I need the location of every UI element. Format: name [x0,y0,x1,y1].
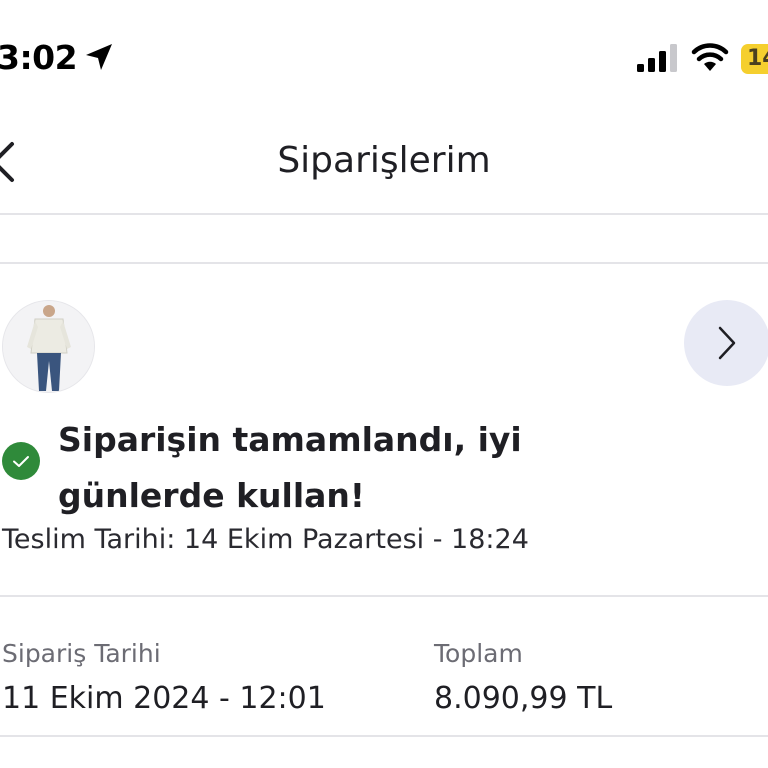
navigation-bar: Siparişlerim [0,120,768,215]
chevron-right-icon [718,326,736,360]
order-date-label: Sipariş Tarihi [2,639,161,668]
battery-icon: 14 [741,44,768,74]
order-detail-button[interactable] [684,300,768,386]
wifi-icon [691,43,729,71]
order-card[interactable]: Siparişin tamamlandı, iyi günlerde kulla… [0,264,768,597]
cellular-signal-icon [637,44,677,72]
total-label: Toplam [434,639,523,668]
check-circle-icon [2,442,40,480]
total-value: 8.090,99 TL [434,681,613,716]
order-summary: Sipariş Tarihi 11 Ekim 2024 - 12:01 Topl… [0,599,768,737]
jacket-jeans-outfit-image [3,301,94,392]
status-bar: 3:02 14 [0,0,768,120]
order-date-value: 11 Ekim 2024 - 12:01 [2,681,326,716]
product-thumbnail[interactable] [2,300,95,393]
battery-level: 14 [747,46,768,71]
delivery-date: Teslim Tarihi: 14 Ekim Pazartesi - 18:24 [2,524,529,555]
status-time: 3:02 [0,38,78,77]
order-status-message: Siparişin tamamlandı, iyi günlerde kulla… [58,420,522,515]
page-title: Siparişlerim [277,140,491,181]
location-arrow-icon [86,44,112,70]
